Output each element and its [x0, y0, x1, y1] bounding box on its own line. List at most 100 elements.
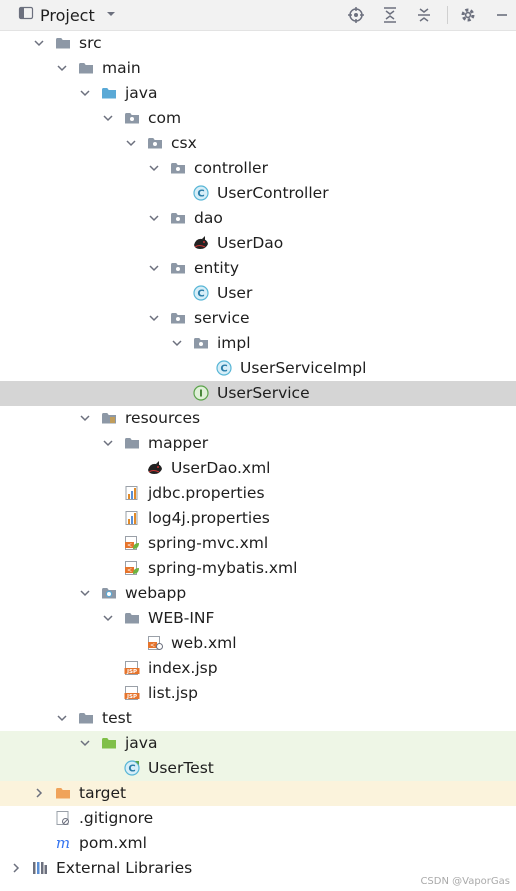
libraries-icon [32, 860, 48, 876]
tree-node[interactable]: test [0, 706, 516, 731]
tree-node-label: .gitignore [79, 809, 154, 827]
chevron-down-icon[interactable] [54, 710, 70, 726]
chevron-down-icon[interactable] [146, 160, 162, 176]
expand-all-icon[interactable] [380, 5, 400, 25]
tree-node-label: src [79, 34, 102, 52]
tree-node[interactable]: WEB-INF [0, 606, 516, 631]
properties-icon [124, 485, 140, 501]
collapse-all-icon[interactable] [414, 5, 434, 25]
tree-node-label: main [102, 59, 141, 77]
package-icon [147, 135, 163, 151]
tree-node[interactable]: entity [0, 256, 516, 281]
locate-icon[interactable] [346, 5, 366, 25]
gear-icon[interactable] [458, 5, 478, 25]
tree-node[interactable]: target [0, 781, 516, 806]
tree-leaf[interactable]: I UserService [0, 381, 516, 406]
tree-node[interactable]: resources [0, 406, 516, 431]
tree-node[interactable]: java [0, 81, 516, 106]
tree-node[interactable]: main [0, 56, 516, 81]
tree-node-label: controller [194, 159, 268, 177]
tree-node[interactable]: com [0, 106, 516, 131]
tree-leaf[interactable]: JSP list.jsp [0, 681, 516, 706]
tree-node[interactable]: webapp [0, 581, 516, 606]
tree-node[interactable]: service [0, 306, 516, 331]
tree-leaf[interactable]: .gitignore [0, 806, 516, 831]
web-xml-icon: < [147, 635, 163, 651]
tree-leaf[interactable]: < spring-mybatis.xml [0, 556, 516, 581]
chevron-down-icon[interactable] [77, 735, 93, 751]
svg-text:I: I [199, 389, 203, 400]
tree-leaf[interactable]: C UserController [0, 181, 516, 206]
resources-folder-icon [101, 410, 117, 426]
package-icon [124, 110, 140, 126]
tree-node[interactable]: java [0, 731, 516, 756]
class-icon: C [193, 285, 209, 301]
chevron-down-icon[interactable] [54, 60, 70, 76]
tree-leaf[interactable]: UserDao.xml [0, 456, 516, 481]
class-icon: C [216, 360, 232, 376]
chevron-down-icon[interactable] [100, 610, 116, 626]
tree-node-label: csx [171, 134, 197, 152]
chevron-down-icon[interactable] [77, 410, 93, 426]
chevron-down-icon[interactable] [169, 335, 185, 351]
tree-leaf[interactable]: jdbc.properties [0, 481, 516, 506]
package-icon [170, 160, 186, 176]
tree-leaf[interactable]: C UserServiceImpl [0, 356, 516, 381]
tree-leaf[interactable]: < spring-mvc.xml [0, 531, 516, 556]
svg-text:JSP: JSP [126, 669, 137, 675]
tree-leaf[interactable]: UserDao [0, 231, 516, 256]
project-view-title: Project [40, 5, 95, 25]
chevron-down-icon[interactable] [100, 110, 116, 126]
chevron-down-icon[interactable] [146, 310, 162, 326]
tree-leaf[interactable]: C UserTest [0, 756, 516, 781]
project-view-selector[interactable]: Project [18, 4, 117, 26]
chevron-right-icon[interactable] [31, 785, 47, 801]
tree-node-label: WEB-INF [148, 609, 215, 627]
chevron-right-icon[interactable] [8, 860, 24, 876]
gitignore-icon [55, 810, 71, 826]
tree-node[interactable]: impl [0, 331, 516, 356]
mybatis-icon [193, 235, 209, 251]
toolbar-separator [447, 6, 448, 24]
tree-node-label: impl [217, 334, 251, 352]
chevron-down-icon[interactable] [77, 85, 93, 101]
package-icon [170, 310, 186, 326]
svg-text:C: C [197, 189, 204, 200]
tree-node-label: spring-mybatis.xml [148, 559, 298, 577]
tree-node[interactable]: dao [0, 206, 516, 231]
tree-node-label: java [125, 84, 158, 102]
jsp-icon: JSP [124, 685, 140, 701]
folder-icon [55, 35, 71, 51]
chevron-down-icon[interactable] [31, 35, 47, 51]
tree-node-label: spring-mvc.xml [148, 534, 269, 552]
svg-text:C: C [128, 764, 135, 775]
tree-node-label: test [102, 709, 132, 727]
spring-xml-icon: < [124, 560, 140, 576]
tree-node-label: External Libraries [56, 859, 193, 877]
tree-leaf[interactable]: C User [0, 281, 516, 306]
tree-node[interactable]: controller [0, 156, 516, 181]
interface-icon: I [193, 385, 209, 401]
svg-text:C: C [220, 364, 227, 375]
project-tree: src main java com csx controller C UserControll… [0, 31, 516, 891]
chevron-down-icon[interactable] [123, 135, 139, 151]
chevron-down-icon[interactable] [77, 585, 93, 601]
chevron-down-icon[interactable] [146, 210, 162, 226]
package-icon [193, 335, 209, 351]
tree-leaf[interactable]: log4j.properties [0, 506, 516, 531]
chevron-down-icon[interactable] [146, 260, 162, 276]
tree-leaf[interactable]: < web.xml [0, 631, 516, 656]
tree-node[interactable]: mapper [0, 431, 516, 456]
hide-icon[interactable] [492, 5, 512, 25]
tree-node-label: UserController [217, 184, 329, 202]
tree-leaf[interactable]: JSP index.jsp [0, 656, 516, 681]
chevron-down-icon[interactable] [100, 435, 116, 451]
tree-node-label: target [79, 784, 127, 802]
tree-node[interactable]: csx [0, 131, 516, 156]
properties-icon [124, 510, 140, 526]
tree-node-label: UserDao.xml [171, 459, 271, 477]
tree-leaf[interactable]: m pom.xml [0, 831, 516, 856]
tree-node[interactable]: src [0, 31, 516, 56]
test-folder-icon [101, 735, 117, 751]
package-icon [170, 210, 186, 226]
